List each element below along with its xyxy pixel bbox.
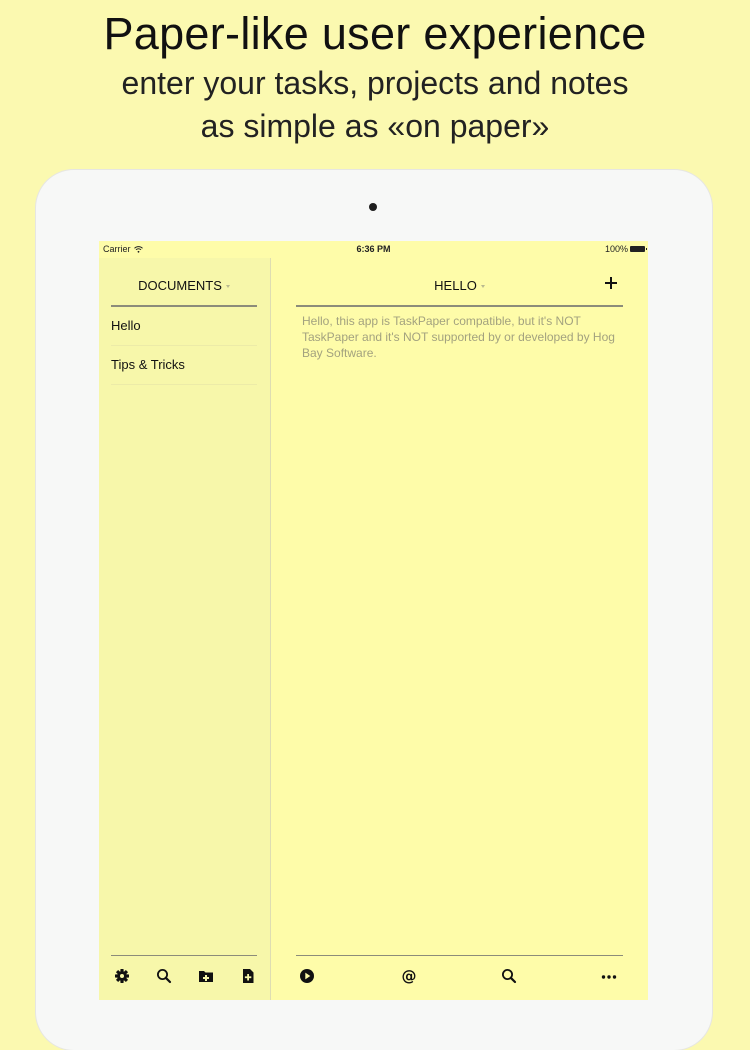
camera-dot — [369, 203, 377, 211]
editor-toolbar: @ — [296, 955, 623, 1000]
documents-header[interactable]: DOCUMENTS — [111, 258, 257, 307]
plus-icon — [605, 277, 617, 289]
documents-header-label: DOCUMENTS — [138, 278, 222, 293]
at-sign-icon: @ — [402, 967, 417, 985]
search-documents-button[interactable] — [155, 967, 173, 985]
documents-sidebar: DOCUMENTS Hello Tips & Tricks — [99, 258, 271, 1000]
tag-button[interactable]: @ — [400, 967, 418, 985]
promo-subtitle-line-2: as simple as «on paper» — [200, 108, 550, 144]
add-button[interactable] — [604, 276, 618, 290]
document-item-label: Tips & Tricks — [111, 357, 185, 372]
play-button[interactable] — [298, 967, 316, 985]
status-time: 6:36 PM — [356, 244, 391, 254]
document-item-tips-tricks[interactable]: Tips & Tricks — [111, 346, 257, 385]
document-item-label: Hello — [111, 318, 141, 333]
chevron-down-icon — [480, 285, 485, 289]
document-item-hello[interactable]: Hello — [111, 307, 257, 346]
play-icon — [300, 969, 314, 983]
svg-text:@: @ — [402, 967, 417, 985]
document-title-label: HELLO — [434, 278, 477, 293]
status-bar: Carrier 6:36 PM 100% — [99, 241, 648, 258]
search-icon — [157, 969, 172, 984]
app-screen: Carrier 6:36 PM 100% DOCUMENTS Hello Tip… — [99, 241, 648, 1000]
document-list: Hello Tips & Tricks — [111, 307, 257, 385]
gear-icon — [115, 969, 129, 983]
document-body[interactable]: Hello, this app is TaskPaper compatible,… — [302, 313, 622, 361]
settings-button[interactable] — [113, 967, 131, 985]
battery-icon — [630, 246, 647, 252]
document-editor: HELLO Hello, this app is TaskPaper compa… — [271, 258, 648, 1000]
chevron-down-icon — [225, 285, 230, 289]
promo-subtitle-line-1: enter your tasks, projects and notes — [121, 65, 629, 101]
new-document-icon — [243, 969, 254, 983]
editor-header: HELLO — [296, 258, 623, 307]
battery-percent: 100% — [604, 244, 628, 254]
search-icon — [502, 969, 517, 984]
more-button[interactable] — [600, 967, 618, 985]
new-document-button[interactable] — [239, 967, 257, 985]
document-title[interactable]: HELLO — [296, 258, 623, 313]
folder-icon — [199, 971, 213, 982]
promo-title: Paper-like user experience — [103, 8, 647, 59]
search-text-button[interactable] — [500, 967, 518, 985]
more-icon — [601, 975, 617, 979]
sidebar-toolbar — [111, 955, 257, 1000]
new-folder-button[interactable] — [197, 967, 215, 985]
